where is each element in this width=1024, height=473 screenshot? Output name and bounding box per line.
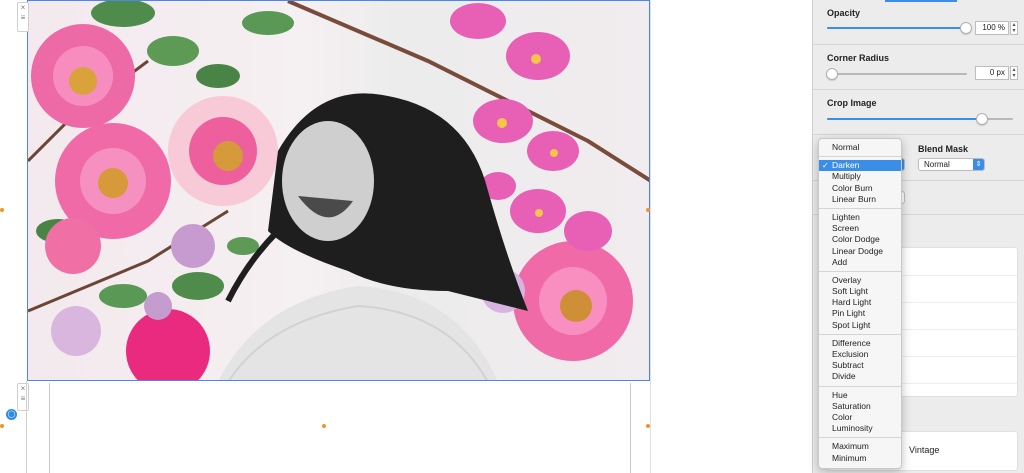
- guide-line: [650, 0, 651, 473]
- layer-tab-bottom[interactable]: × ≡: [17, 383, 29, 411]
- blend-menu-item-label: Add: [832, 256, 848, 267]
- resize-handle[interactable]: [646, 208, 650, 212]
- corner-radius-slider-knob[interactable]: [826, 68, 838, 80]
- blend-menu-item-label: Subtract: [832, 360, 864, 371]
- empty-layer-frame[interactable]: [49, 383, 631, 473]
- blend-menu-item[interactable]: Maximum: [819, 441, 901, 452]
- blend-menu-item[interactable]: Lighten: [819, 212, 901, 223]
- blend-menu-item[interactable]: Normal: [819, 142, 901, 153]
- menu-separator: [819, 385, 901, 387]
- blend-menu-item[interactable]: Subtract: [819, 360, 901, 371]
- blend-menu-item-label: Spot Light: [832, 319, 871, 330]
- blend-menu-item[interactable]: Linear Dodge: [819, 246, 901, 257]
- blend-menu-item-label: Darken: [832, 160, 860, 171]
- menu-separator: [819, 207, 901, 209]
- blend-menu-item-label: Saturation: [832, 400, 871, 411]
- blend-menu-item[interactable]: Difference: [819, 338, 901, 349]
- blend-menu-item-label: Hue: [832, 389, 848, 400]
- checkmark-icon: ✓: [822, 161, 829, 171]
- blend-menu-item-label: Maximum: [832, 441, 869, 452]
- menu-separator: [819, 437, 901, 439]
- blend-menu-item[interactable]: Linear Burn: [819, 194, 901, 205]
- guide-line: [26, 381, 27, 473]
- blend-menu-item-label: Linear Dodge: [832, 245, 884, 256]
- opacity-stepper[interactable]: ▴ ▾: [1010, 21, 1018, 35]
- blend-menu-item[interactable]: Pin Light: [819, 308, 901, 319]
- preset-label: Vintage: [909, 445, 940, 455]
- resize-handle[interactable]: [322, 424, 326, 428]
- active-tab-indicator: [885, 0, 957, 2]
- menu-separator: [819, 270, 901, 272]
- blend-menu-item-label: Color: [832, 411, 853, 422]
- opacity-slider[interactable]: [827, 27, 967, 29]
- blend-menu-item-label: Minimum: [832, 452, 867, 463]
- blend-menu-item[interactable]: Add: [819, 257, 901, 268]
- layer-tab-top[interactable]: × ≡: [17, 2, 29, 32]
- blend-menu-item[interactable]: Minimum: [819, 453, 901, 464]
- chevron-updown-icon: ⇕: [973, 159, 984, 170]
- opacity-field[interactable]: 100 %: [975, 21, 1009, 35]
- blend-menu-item-label: Exclusion: [832, 349, 869, 359]
- blend-menu-item-label: Screen: [832, 223, 859, 234]
- blend-menu-item[interactable]: Overlay: [819, 275, 901, 286]
- blend-mode-menu: Normal ✓ Darken Multiply Color Burn Linear Bu…: [818, 138, 902, 469]
- opacity-slider-knob[interactable]: [960, 22, 972, 34]
- blend-menu-item[interactable]: ✓ Darken: [819, 160, 901, 172]
- resize-handle[interactable]: [0, 424, 4, 428]
- menu-separator: [819, 333, 901, 335]
- blend-menu-item[interactable]: Hue: [819, 390, 901, 401]
- blend-menu-item[interactable]: Exclusion: [819, 349, 901, 360]
- opacity-label: Opacity: [827, 8, 861, 18]
- corner-radius-slider[interactable]: [827, 73, 967, 75]
- blend-menu-item[interactable]: Soft Light: [819, 286, 901, 297]
- blend-menu-item[interactable]: Color Dodge: [819, 234, 901, 245]
- blend-menu-item-label: Luminosity: [832, 423, 873, 434]
- blend-menu-item-label: Difference: [832, 337, 871, 348]
- blend-menu-item-label: Linear Burn: [832, 193, 876, 204]
- flowers-portrait-photo: [28, 1, 649, 380]
- resize-handle[interactable]: [646, 424, 650, 428]
- blend-menu-item-label: Hard Light: [832, 297, 872, 308]
- crop-image-slider-knob[interactable]: [976, 113, 988, 125]
- resize-handle[interactable]: [0, 208, 4, 212]
- comment-icon[interactable]: ◯: [6, 409, 17, 420]
- blend-menu-item[interactable]: Screen: [819, 223, 901, 234]
- blend-menu-item[interactable]: Luminosity: [819, 423, 901, 434]
- blend-menu-item-label: Lighten: [832, 211, 860, 222]
- blend-menu-item-label: Overlay: [832, 274, 862, 285]
- blend-menu-item-label: Divide: [832, 371, 856, 382]
- blend-menu-item[interactable]: Spot Light: [819, 320, 901, 331]
- blend-menu-item-label: Soft Light: [832, 286, 868, 297]
- blend-menu-item[interactable]: Multiply: [819, 171, 901, 182]
- blend-menu-item[interactable]: Saturation: [819, 401, 901, 412]
- blend-menu-item[interactable]: Hard Light: [819, 297, 901, 308]
- blend-mask-label: Blend Mask: [918, 144, 969, 154]
- blend-menu-item[interactable]: Color: [819, 412, 901, 423]
- corner-radius-label: Corner Radius: [827, 53, 890, 63]
- blend-mask-value: Normal: [924, 160, 950, 169]
- corner-radius-stepper[interactable]: ▴ ▾: [1010, 66, 1018, 80]
- blend-mask-select[interactable]: Normal ⇕: [918, 158, 985, 171]
- design-canvas[interactable]: × ≡ × ≡ ◯: [0, 0, 812, 473]
- blend-menu-item[interactable]: Color Burn: [819, 183, 901, 194]
- corner-radius-field[interactable]: 0 px: [975, 66, 1009, 80]
- crop-image-label: Crop Image: [827, 98, 877, 108]
- blend-menu-item-label: Pin Light: [832, 308, 866, 319]
- blend-menu-item-label: Normal: [832, 142, 860, 152]
- blend-menu-item-label: Color Dodge: [832, 234, 880, 245]
- blend-menu-item-label: Multiply: [832, 171, 861, 182]
- menu-separator: [819, 156, 901, 158]
- selected-image-layer[interactable]: [27, 0, 650, 381]
- blend-menu-item[interactable]: Divide: [819, 371, 901, 382]
- blend-menu-item-label: Color Burn: [832, 182, 873, 193]
